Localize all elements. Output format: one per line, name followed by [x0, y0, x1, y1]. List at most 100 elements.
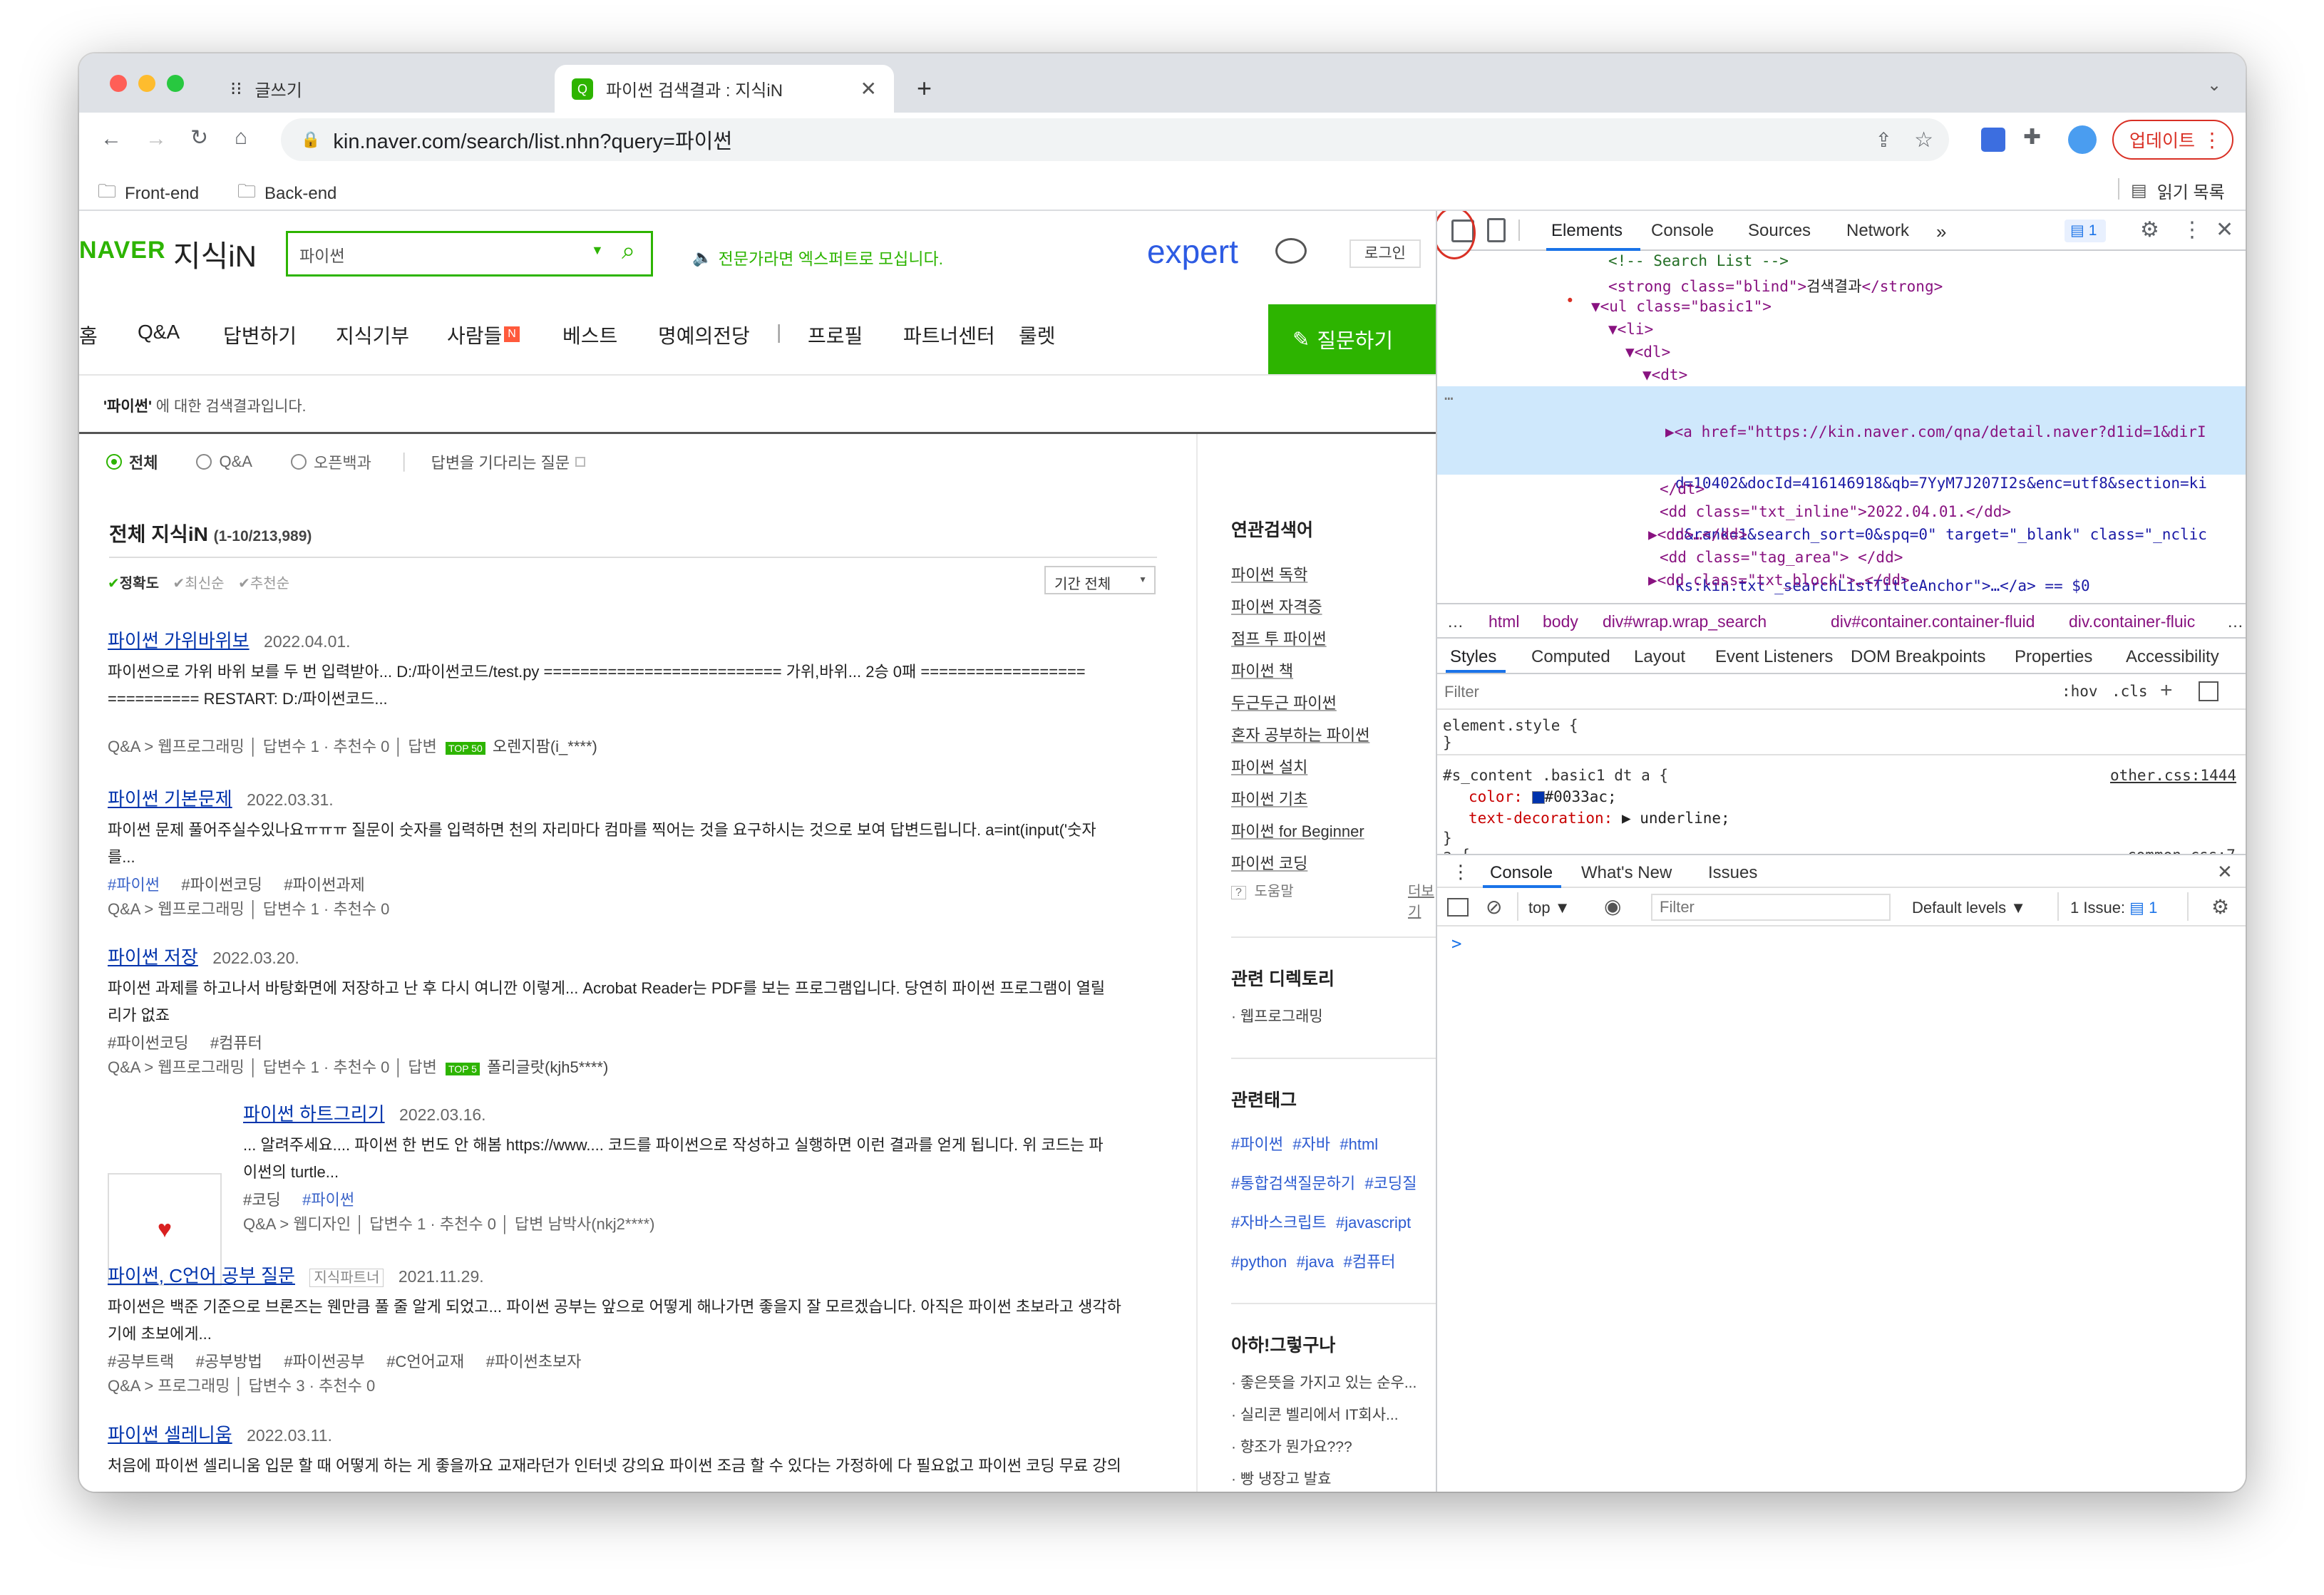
hov-toggle[interactable]: :hov — [2062, 683, 2098, 700]
dom-a-node[interactable]: ▶<a href="https://kin.naver.com/qna/deta… — [1665, 389, 2207, 602]
search-input[interactable] — [299, 242, 577, 267]
naver-logo[interactable]: NAVER — [79, 237, 166, 264]
help-link[interactable]: 도움말 — [1254, 884, 1293, 899]
period-select[interactable]: 기간 전체 ▼ — [1044, 566, 1156, 594]
console-filter-input[interactable] — [1651, 894, 1891, 921]
ask-question-button[interactable]: ✎ 질문하기 — [1268, 304, 1436, 374]
css-property-color[interactable]: color: #0033ac; — [1469, 788, 1617, 804]
extension-icon[interactable] — [1981, 128, 2005, 152]
answerer-link[interactable]: 오렌지팜(i_****) — [493, 738, 597, 755]
side-tag[interactable]: #html — [1340, 1135, 1378, 1153]
extensions-puzzle-icon[interactable]: ✚ — [2023, 127, 2041, 148]
filter-openbook-label[interactable]: 오픈백과 — [314, 450, 371, 473]
forward-icon[interactable]: → — [145, 128, 167, 150]
breadcrumb-item[interactable]: … — [2227, 612, 2243, 631]
result-tag[interactable]: #파이썬과제 — [284, 876, 364, 894]
breadcrumb-item[interactable]: html — [1489, 612, 1519, 631]
dom-comment-node[interactable]: <!-- Search List --> — [1608, 252, 1789, 269]
tab-accessibility[interactable]: Accessibility — [2126, 647, 2219, 667]
related-search-link[interactable]: 파이썬 독학 — [1231, 559, 1436, 591]
result-title-link[interactable]: 파이썬 기본문제 — [108, 788, 232, 810]
settings-gear-icon[interactable]: ⚙ — [2140, 220, 2159, 241]
result-tag[interactable]: #파이썬 — [108, 876, 160, 894]
directory-link[interactable]: · 웹프로그래밍 — [1231, 1005, 1436, 1026]
close-devtools-icon[interactable]: ✕ — [2216, 220, 2233, 241]
side-tag[interactable]: #통합검색질문하기 — [1231, 1175, 1355, 1192]
minimize-window-button[interactable] — [138, 75, 155, 92]
more-link[interactable]: 더보기 — [1408, 879, 1436, 921]
chat-icon[interactable] — [1275, 238, 1307, 264]
dom-dl-node[interactable]: ▼<dl> — [1625, 344, 1670, 361]
profile-avatar[interactable] — [2068, 125, 2097, 154]
rule-selector[interactable]: a { — [1443, 847, 1470, 854]
tab-properties[interactable]: Properties — [2015, 647, 2092, 667]
result-tag[interactable]: #컴퓨터 — [210, 1034, 262, 1052]
related-search-link[interactable]: 파이썬 코딩 — [1231, 847, 1436, 879]
sort-accuracy[interactable]: 정확도 — [120, 576, 159, 592]
side-tag[interactable]: #자바 — [1292, 1135, 1330, 1153]
color-swatch[interactable] — [1531, 791, 1545, 804]
nav-profile[interactable]: 프로필 — [808, 321, 863, 349]
drawer-tab-console[interactable]: Console — [1490, 863, 1553, 883]
back-icon[interactable]: ← — [101, 128, 122, 150]
side-tag[interactable]: #자바스크립트 — [1231, 1214, 1327, 1232]
search-dropdown-icon[interactable]: ▼ — [591, 243, 604, 258]
eye-icon[interactable]: ◉ — [1604, 894, 1621, 918]
update-button[interactable]: 업데이트 ⋮ — [2112, 120, 2233, 160]
breadcrumb-item[interactable]: div.container-fluic — [2069, 612, 2195, 631]
aha-item[interactable]: · 좋은뜻을 가지고 있는 순우... — [1231, 1367, 1436, 1399]
related-search-link[interactable]: 파이썬 for Beginner — [1231, 815, 1436, 847]
element-style-rule[interactable]: element.style { — [1443, 717, 1578, 734]
nav-people[interactable]: 사람들 — [447, 321, 502, 349]
tab-console[interactable]: Console — [1651, 221, 1714, 241]
related-search-link[interactable]: 파이썬 기초 — [1231, 783, 1436, 815]
expert-logo[interactable]: expert — [1147, 232, 1238, 271]
tab-styles[interactable]: Styles — [1450, 647, 1496, 667]
rule-selector[interactable]: #s_content .basic1 dt a { — [1443, 767, 1668, 784]
related-search-link[interactable]: 점프 투 파이썬 — [1231, 623, 1436, 655]
bookmark-folder-frontend[interactable]: 🗀 Front-end — [98, 178, 199, 210]
url-text[interactable]: kin.naver.com/search/list.nhn?query=파이썬 — [333, 125, 732, 155]
side-tag[interactable]: #코딩질 — [1365, 1175, 1417, 1192]
new-tab-button[interactable]: + — [917, 73, 932, 103]
dom-li-node[interactable]: ▼<li> — [1608, 321, 1653, 338]
aha-item[interactable]: · 빵 냉장고 발효 — [1231, 1463, 1436, 1492]
radio-qna[interactable] — [196, 454, 212, 470]
reload-icon[interactable]: ↻ — [190, 128, 208, 149]
dom-dt-close[interactable]: </dt> — [1660, 480, 1705, 497]
breadcrumb-item[interactable]: … — [1447, 612, 1464, 631]
dom-dd-node[interactable]: <dd class="tag_area"> </dd> — [1660, 549, 1903, 566]
breadcrumb-item[interactable]: body — [1543, 612, 1578, 631]
bookmark-star-icon[interactable]: ☆ — [1914, 128, 1933, 153]
show-sidebar-icon[interactable] — [1447, 898, 1469, 917]
result-tag[interactable]: #파이썬초보자 — [486, 1353, 582, 1371]
related-search-link[interactable]: 파이썬 설치 — [1231, 751, 1436, 783]
side-tag[interactable]: #파이썬 — [1231, 1135, 1283, 1153]
tab-network[interactable]: Network — [1846, 221, 1909, 241]
result-tag[interactable]: #코딩 — [243, 1191, 281, 1209]
result-tag[interactable]: #공부방법 — [196, 1353, 262, 1371]
breadcrumb-item[interactable]: div#wrap.wrap_search — [1603, 612, 1767, 631]
related-search-link[interactable]: 파이썬 책 — [1231, 655, 1436, 687]
result-title-link[interactable]: 파이썬 셀레니움 — [108, 1424, 232, 1445]
side-tag[interactable]: #java — [1297, 1253, 1335, 1271]
radio-all[interactable] — [106, 454, 122, 470]
tab-dom-breakpoints[interactable]: DOM Breakpoints — [1851, 647, 1985, 667]
login-button[interactable]: 로그인 — [1349, 239, 1421, 268]
dom-dt-node[interactable]: ▼<dt> — [1642, 366, 1687, 383]
nav-hall-of-fame[interactable]: 명예의전당 — [658, 321, 750, 349]
tab-sources[interactable]: Sources — [1748, 221, 1811, 241]
result-tag[interactable]: #파이썬 — [302, 1191, 354, 1209]
drawer-tab-issues[interactable]: Issues — [1708, 863, 1757, 883]
nav-qna[interactable]: Q&A — [138, 321, 180, 344]
search-icon[interactable]: ⌕ — [622, 237, 635, 265]
close-drawer-icon[interactable]: ✕ — [2217, 861, 2233, 883]
drawer-tab-whats-new[interactable]: What's New — [1581, 863, 1672, 883]
dom-dd-node[interactable]: ▶<dd class="txt_block">…</dd> — [1648, 572, 1910, 589]
dom-ul-node[interactable]: ▼<ul class="basic1"> — [1591, 298, 1772, 315]
expert-promo-link[interactable]: 🔈 전문가라면 엑스퍼트로 모십니다. — [692, 245, 943, 269]
tab-event-listeners[interactable]: Event Listeners — [1715, 647, 1833, 667]
dom-dd-node[interactable]: ▶<dd>…</dd> — [1648, 526, 1747, 543]
result-tag[interactable]: #파이썬코딩 — [108, 1034, 188, 1052]
home-icon[interactable]: ⌂ — [235, 127, 247, 148]
